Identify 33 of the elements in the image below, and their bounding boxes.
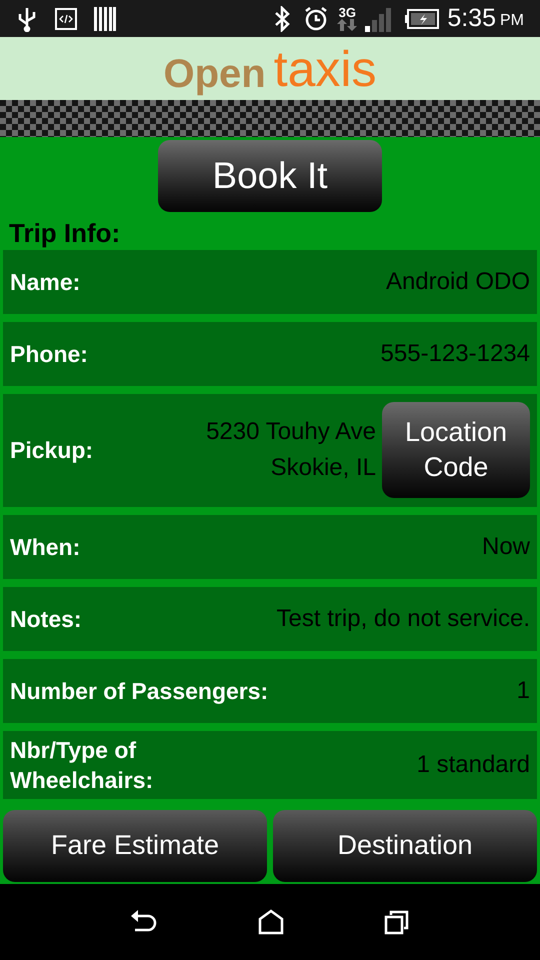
usb-icon	[16, 6, 38, 32]
field-label: Number of Passengers:	[10, 676, 268, 706]
field-label: Nbr/Type of Wheelchairs:	[10, 736, 154, 794]
battery-icon	[405, 8, 440, 28]
clock-period: PM	[500, 10, 524, 30]
field-value: 555-123-1234	[380, 338, 530, 368]
location-code-button[interactable]: Location Code	[382, 402, 530, 498]
field-value: Now	[482, 532, 530, 562]
field-label: Name:	[10, 268, 80, 296]
field-value: Test trip, do not service.	[276, 604, 530, 634]
pickup-address: 5230 Touhy Ave Skokie, IL	[206, 417, 376, 483]
data-arrows-icon	[337, 19, 358, 31]
field-value: 1 standard	[416, 750, 530, 780]
network-type: 3G	[338, 6, 356, 19]
field-label: Phone:	[10, 340, 88, 368]
action-button[interactable]: Fare Estimate	[3, 810, 267, 882]
app-logo: Open taxis	[163, 44, 377, 94]
signal-icon	[365, 6, 394, 32]
section-title: Trip Info:	[8, 217, 122, 250]
alarm-icon	[303, 6, 330, 32]
bluetooth-icon	[273, 6, 292, 32]
book-it-button[interactable]: Book It	[158, 140, 382, 212]
clock-time: 5:35	[447, 2, 496, 34]
home-icon[interactable]	[258, 909, 284, 935]
field-label: Notes:	[10, 604, 82, 634]
action-button[interactable]: Destination	[273, 810, 537, 882]
code-icon	[54, 6, 78, 30]
field-label: Pickup:	[10, 436, 94, 465]
recent-apps-icon[interactable]	[384, 909, 410, 935]
field-label: When:	[10, 532, 80, 562]
barcode-icon	[94, 6, 116, 30]
field-value: Android ODO	[386, 266, 530, 296]
field-value: 1	[516, 676, 530, 706]
